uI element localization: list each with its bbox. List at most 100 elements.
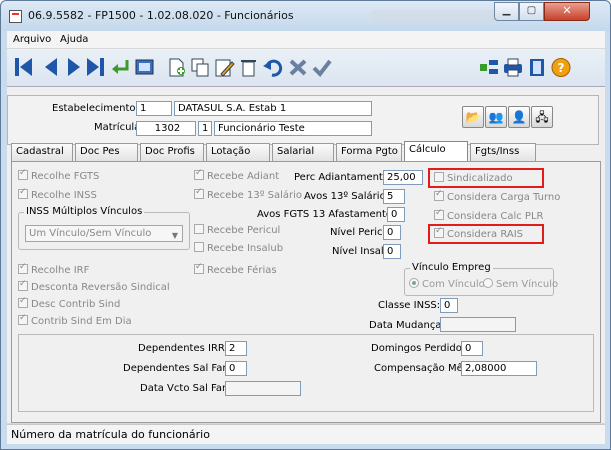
chevron-down-icon: ▼	[171, 231, 178, 240]
cancel-icon[interactable]	[288, 58, 307, 77]
first-record-icon[interactable]	[15, 58, 34, 77]
delete-icon[interactable]	[239, 58, 258, 77]
print-icon[interactable]	[503, 58, 522, 77]
classe-inss-label: Classe INSS:	[378, 300, 441, 311]
app-icon	[9, 10, 22, 23]
contrib-sind-dia-checkbox[interactable]: Contrib Sind Em Dia	[18, 313, 132, 327]
confirm-icon[interactable]	[312, 58, 332, 78]
dependentes-sal-fam-label: Dependentes Sal Fam:	[123, 363, 236, 374]
sem-vinculo-radio[interactable]: Sem Vínculo	[483, 278, 558, 290]
inss-multiplos-group: INSS Múltiplos Vínculos Um Vínculo/Sem V…	[18, 206, 190, 250]
data-vcto-field[interactable]	[225, 381, 301, 396]
filter-icon[interactable]	[479, 58, 498, 77]
application-window: 06.9.5582 - FP1500 - 1.02.08.020 - Funci…	[0, 0, 611, 450]
menu-bar: Arquivo Ajuda	[7, 31, 605, 49]
window-title: 06.9.5582 - FP1500 - 1.02.08.020 - Funci…	[28, 9, 294, 22]
perc-adiant-field[interactable]: 25,00	[383, 170, 423, 185]
svg-text:?: ?	[558, 61, 565, 75]
compensacao-label: Compensação Mês:	[374, 363, 472, 374]
help-icon[interactable]: ?	[551, 58, 571, 77]
funcionario-name-field: Funcionário Teste	[214, 121, 372, 136]
tab-doc-profis[interactable]: Doc Profis	[140, 143, 204, 161]
desc-contrib-sind-checkbox[interactable]: Desc Contrib Sind	[18, 296, 120, 310]
tab-lotacao[interactable]: Lotação	[206, 143, 270, 161]
network-icon[interactable]: 🖧	[531, 106, 553, 128]
status-bar: Número da matrícula do funcionário	[7, 424, 605, 444]
tab-fgts-inss[interactable]: Fgts/Inss	[470, 143, 536, 161]
data-vcto-label: Data Vcto Sal Fam:	[140, 383, 236, 394]
zoom-icon[interactable]	[135, 58, 154, 77]
exit-icon[interactable]	[527, 58, 546, 77]
compensacao-field[interactable]: 2,08000	[461, 361, 537, 376]
main-content: Estabelecimento: 1 DATASUL S.A. Estab 1 …	[7, 87, 605, 423]
estabelecimento-label: Estabelecimento:	[52, 103, 139, 114]
data-mudanca-label: Data Mudança:	[369, 320, 445, 331]
inss-multiplos-select[interactable]: Um Vínculo/Sem Vínculo ▼	[25, 225, 183, 242]
menu-arquivo[interactable]: Arquivo	[13, 34, 51, 45]
sindicalizado-checkbox[interactable]: Sindicalizado	[434, 172, 513, 184]
nivel-insal-label: Nível Insal:	[332, 246, 388, 257]
dependentes-panel: Dependentes IRRF: 2 Dependentes Sal Fam:…	[18, 334, 594, 412]
domingos-label: Domingos Perdidos:	[371, 343, 471, 354]
toolbar: ?	[7, 49, 605, 87]
vinculo-empreg-title: Vínculo Empreg	[410, 262, 493, 273]
avos-fgts-field[interactable]: 0	[387, 207, 405, 222]
dependentes-sal-fam-field[interactable]: 0	[225, 361, 247, 376]
tab-salarial[interactable]: Salarial	[272, 143, 334, 161]
maximize-button[interactable]: ▢	[519, 2, 544, 21]
recolhe-inss-checkbox[interactable]: Recolhe INSS	[18, 187, 97, 201]
inss-multiplos-title: INSS Múltiplos Vínculos	[24, 206, 145, 217]
new-icon[interactable]	[167, 58, 186, 77]
considera-rais-checkbox[interactable]: Considera RAIS	[434, 226, 523, 240]
dependentes-irrf-field[interactable]: 2	[225, 341, 247, 356]
goto-icon[interactable]	[111, 58, 130, 77]
nivel-peric-field[interactable]: 0	[383, 225, 401, 240]
calculo-panel: Recolhe FGTS Recolhe INSS INSS Múltiplos…	[11, 161, 601, 423]
tab-calculo[interactable]: Cálculo	[404, 141, 468, 161]
recolhe-irf-checkbox[interactable]: Recolhe IRF	[18, 262, 89, 276]
classe-inss-field[interactable]: 0	[440, 298, 458, 313]
minimize-button[interactable]: ▁	[494, 2, 519, 21]
vinculo-empreg-group: Vínculo Empreg Com Vínculo Sem Vínculo	[404, 262, 558, 296]
recebe-13-checkbox[interactable]: Recebe 13º Salário	[194, 187, 302, 201]
user-search-icon[interactable]: 👤	[508, 106, 530, 128]
considera-carga-turno-checkbox[interactable]: Considera Carga Turno	[434, 189, 560, 203]
previous-record-icon[interactable]	[42, 58, 61, 77]
desconta-reversao-checkbox[interactable]: Desconta Reversão Sindical	[18, 279, 170, 293]
recebe-pericul-checkbox[interactable]: Recebe Pericul	[194, 224, 280, 236]
considera-calc-plr-checkbox[interactable]: Considera Calc PLR	[434, 208, 543, 222]
copy-icon[interactable]	[191, 58, 210, 77]
nivel-peric-label: Nível Peric:	[330, 227, 386, 238]
matricula-digit-field: 1	[198, 121, 212, 136]
matricula-field[interactable]: 1302	[136, 121, 196, 136]
avos-13-field[interactable]: 5	[383, 189, 405, 204]
com-vinculo-radio[interactable]: Com Vínculo	[409, 278, 485, 290]
domingos-field[interactable]: 0	[461, 341, 483, 356]
estabelecimento-name-field: DATASUL S.A. Estab 1	[174, 101, 372, 116]
close-button[interactable]: ✕	[544, 2, 590, 21]
next-record-icon[interactable]	[65, 58, 84, 77]
recebe-insalub-checkbox[interactable]: Recebe Insalub	[194, 242, 283, 254]
tab-forma-pgto[interactable]: Forma Pgto	[336, 143, 402, 161]
data-mudanca-field[interactable]	[440, 317, 516, 332]
folder-icon[interactable]: 📂	[462, 106, 484, 128]
dependentes-irrf-label: Dependentes IRRF:	[138, 343, 234, 354]
recebe-ferias-checkbox[interactable]: Recebe Férias	[194, 262, 277, 276]
menu-ajuda[interactable]: Ajuda	[60, 34, 88, 45]
last-record-icon[interactable]	[87, 58, 106, 77]
header-panel: Estabelecimento: 1 DATASUL S.A. Estab 1 …	[7, 95, 599, 145]
avos-fgts-label: Avos FGTS 13 Afastamento:	[257, 209, 396, 220]
nivel-insal-field[interactable]: 0	[383, 244, 401, 259]
recolhe-fgts-checkbox[interactable]: Recolhe FGTS	[18, 168, 99, 182]
perc-adiant-label: Perc Adiantamento:	[294, 172, 393, 183]
avos-13-label: Avos 13º Salário:	[304, 191, 390, 202]
undo-icon[interactable]	[263, 58, 283, 77]
people-icon[interactable]: 👥	[485, 106, 507, 128]
edit-icon[interactable]	[215, 58, 235, 77]
tab-cadastral[interactable]: Cadastral	[11, 143, 73, 161]
blurred-region	[371, 10, 501, 21]
title-bar: 06.9.5582 - FP1500 - 1.02.08.020 - Funci…	[1, 1, 610, 31]
estabelecimento-code-field[interactable]: 1	[136, 101, 172, 116]
tab-doc-pes[interactable]: Doc Pes	[75, 143, 138, 161]
recebe-adiant-checkbox[interactable]: Recebe Adiant	[194, 168, 279, 182]
